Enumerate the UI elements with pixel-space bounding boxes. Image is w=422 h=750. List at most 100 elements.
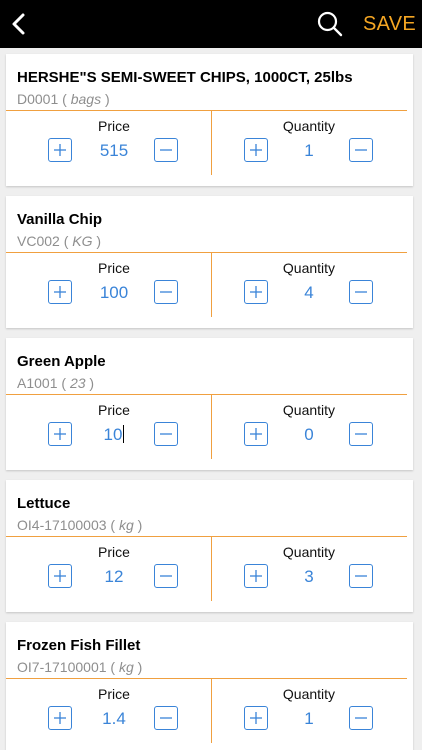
divider-line	[6, 678, 407, 679]
price-decrement-button[interactable]	[154, 138, 178, 162]
price-value[interactable]: 515	[76, 141, 152, 161]
quantity-decrement-button[interactable]	[349, 706, 373, 730]
list-item: Frozen Fish Fillet OI7-17100001 ( kg ) P…	[6, 622, 413, 750]
plus-icon	[54, 144, 66, 156]
nav-bar: SAVE	[0, 0, 422, 48]
price-label: Price	[98, 686, 130, 702]
divider-line	[6, 394, 407, 395]
item-unit: kg	[118, 659, 134, 675]
plus-icon	[54, 286, 66, 298]
list-item: HERSHE"S SEMI-SWEET CHIPS, 1000CT, 25lbs…	[6, 54, 413, 186]
item-code-text: A1001	[17, 375, 58, 391]
price-label: Price	[98, 260, 130, 276]
quantity-value[interactable]: 3	[271, 567, 347, 587]
plus-icon	[250, 144, 262, 156]
plus-icon	[250, 712, 262, 724]
item-code: OI7-17100001 ( kg )	[17, 659, 143, 675]
quantity-value[interactable]: 0	[271, 425, 347, 445]
plus-icon	[54, 570, 66, 582]
plus-icon	[250, 428, 262, 440]
back-button[interactable]	[8, 10, 32, 38]
plus-icon	[54, 712, 66, 724]
item-code-text: D0001	[17, 91, 59, 107]
quantity-increment-button[interactable]	[244, 564, 268, 588]
text-cursor	[123, 425, 125, 443]
quantity-decrement-button[interactable]	[349, 564, 373, 588]
quantity-value[interactable]: 4	[271, 283, 347, 303]
item-unit: KG	[72, 233, 93, 249]
item-unit: bags	[70, 91, 102, 107]
column-divider	[211, 679, 212, 743]
quantity-increment-button[interactable]	[244, 422, 268, 446]
chevron-left-icon	[12, 13, 25, 35]
item-code-text: VC002	[17, 233, 60, 249]
price-value-text: 10	[103, 425, 123, 444]
quantity-label: Quantity	[282, 260, 336, 276]
quantity-decrement-button[interactable]	[349, 422, 373, 446]
price-increment-button[interactable]	[48, 138, 72, 162]
search-icon	[317, 11, 343, 37]
divider-line	[6, 252, 407, 253]
price-value[interactable]: 100	[76, 283, 152, 303]
item-code-text: OI4-17100003	[17, 517, 107, 533]
item-code: D0001 ( bags )	[17, 91, 110, 107]
item-unit: kg	[118, 517, 134, 533]
price-value[interactable]: 10	[76, 425, 152, 445]
plus-icon	[250, 286, 262, 298]
price-increment-button[interactable]	[48, 280, 72, 304]
search-button[interactable]	[316, 10, 344, 38]
item-unit: 23	[69, 375, 86, 391]
list-item: Lettuce OI4-17100003 ( kg ) Price 12 Qua…	[6, 480, 413, 612]
quantity-value[interactable]: 1	[271, 709, 347, 729]
price-increment-button[interactable]	[48, 706, 72, 730]
item-name: Lettuce	[17, 495, 71, 512]
column-divider	[211, 111, 212, 175]
list-item: Vanilla Chip VC002 ( KG ) Price 100 Quan…	[6, 196, 413, 328]
quantity-label: Quantity	[282, 118, 336, 134]
minus-icon	[355, 575, 367, 577]
price-decrement-button[interactable]	[154, 280, 178, 304]
item-name: Frozen Fish Fillet	[17, 637, 141, 654]
column-divider	[211, 537, 212, 601]
minus-icon	[160, 291, 172, 293]
price-increment-button[interactable]	[48, 564, 72, 588]
quantity-decrement-button[interactable]	[349, 138, 373, 162]
item-name: Vanilla Chip	[17, 211, 103, 228]
minus-icon	[355, 717, 367, 719]
minus-icon	[160, 575, 172, 577]
item-code: OI4-17100003 ( kg )	[17, 517, 143, 533]
item-name: Green Apple	[17, 353, 106, 370]
minus-icon	[160, 717, 172, 719]
quantity-label: Quantity	[282, 544, 336, 560]
list-item: Green Apple A1001 ( 23 ) Price 10 Quanti…	[6, 338, 413, 470]
column-divider	[211, 253, 212, 317]
price-value[interactable]: 1.4	[76, 709, 152, 729]
divider-line	[6, 536, 407, 537]
price-label: Price	[98, 544, 130, 560]
plus-icon	[54, 428, 66, 440]
item-code: A1001 ( 23 )	[17, 375, 95, 391]
minus-icon	[355, 149, 367, 151]
save-button[interactable]: SAVE	[363, 11, 416, 37]
minus-icon	[160, 149, 172, 151]
minus-icon	[355, 433, 367, 435]
plus-icon	[250, 570, 262, 582]
quantity-label: Quantity	[282, 402, 336, 418]
price-label: Price	[98, 118, 130, 134]
price-decrement-button[interactable]	[154, 564, 178, 588]
price-decrement-button[interactable]	[154, 706, 178, 730]
price-decrement-button[interactable]	[154, 422, 178, 446]
divider-line	[6, 110, 407, 111]
price-label: Price	[98, 402, 130, 418]
item-code: VC002 ( KG )	[17, 233, 102, 249]
quantity-increment-button[interactable]	[244, 706, 268, 730]
price-increment-button[interactable]	[48, 422, 72, 446]
quantity-increment-button[interactable]	[244, 138, 268, 162]
item-code-text: OI7-17100001	[17, 659, 107, 675]
column-divider	[211, 395, 212, 459]
item-list[interactable]: HERSHE"S SEMI-SWEET CHIPS, 1000CT, 25lbs…	[0, 48, 422, 750]
price-value[interactable]: 12	[76, 567, 152, 587]
quantity-value[interactable]: 1	[271, 141, 347, 161]
quantity-decrement-button[interactable]	[349, 280, 373, 304]
quantity-increment-button[interactable]	[244, 280, 268, 304]
